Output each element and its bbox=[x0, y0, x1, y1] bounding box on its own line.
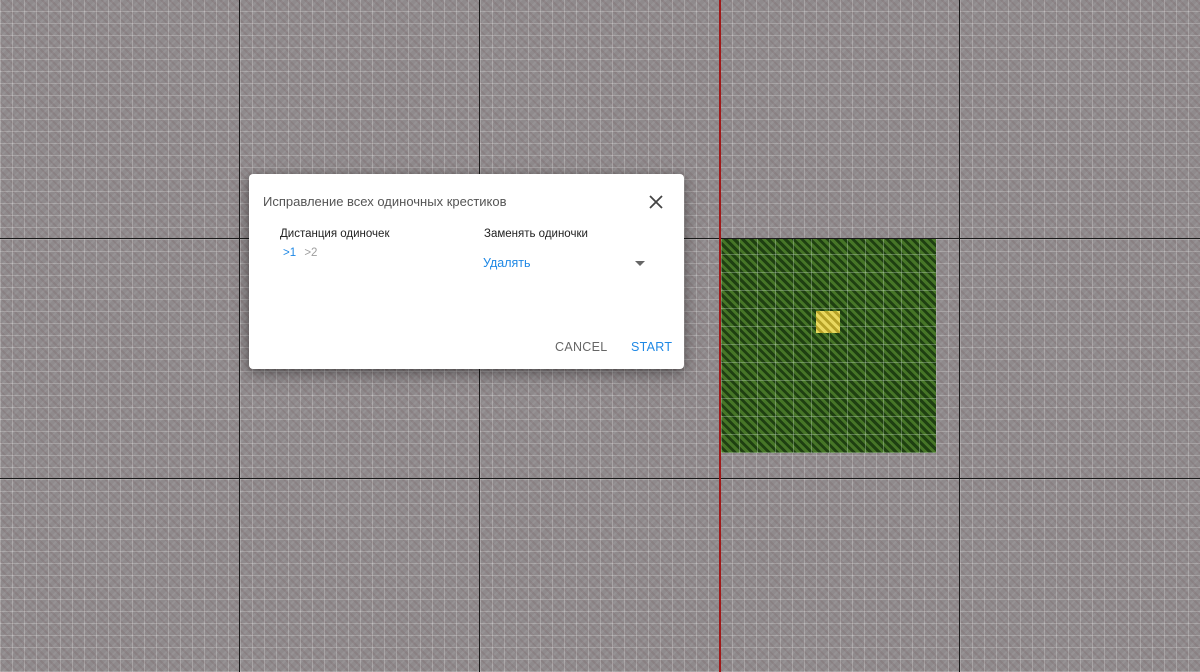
dialog-title: Исправление всех одиночных крестиков bbox=[263, 194, 507, 209]
replace-label: Заменять одиночки bbox=[484, 228, 588, 240]
replace-mode-select[interactable]: Удалять bbox=[483, 256, 651, 274]
grid-line-horizontal bbox=[0, 478, 1200, 479]
green-stitch-area bbox=[721, 239, 936, 453]
start-button[interactable]: START bbox=[631, 340, 672, 354]
close-icon bbox=[649, 195, 663, 209]
grid-line-vertical bbox=[959, 0, 960, 672]
single-yellow-stitch bbox=[816, 311, 840, 333]
distance-option-2[interactable]: >2 bbox=[304, 247, 317, 259]
dropdown-caret-icon bbox=[635, 261, 645, 266]
close-button[interactable] bbox=[645, 191, 667, 213]
grid-line-vertical bbox=[239, 0, 240, 672]
cancel-button[interactable]: CANCEL bbox=[555, 340, 608, 354]
fix-singles-dialog: Исправление всех одиночных крестиков Дис… bbox=[249, 174, 684, 369]
distance-option-1[interactable]: >1 bbox=[283, 247, 296, 259]
replace-mode-value: Удалять bbox=[483, 256, 531, 270]
distance-label: Дистанция одиночек bbox=[280, 228, 390, 240]
distance-options: >1 >2 bbox=[283, 247, 322, 259]
